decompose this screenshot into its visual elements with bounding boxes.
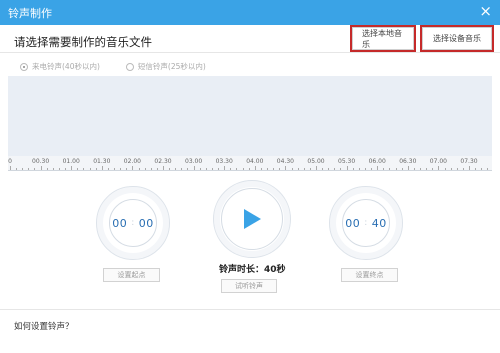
end-time-display: 00 : 40 — [342, 199, 390, 247]
timeline-tick-label: 04.00 — [246, 158, 264, 165]
select-file-prompt: 请选择需要制作的音乐文件 — [14, 35, 152, 49]
play-button[interactable] — [213, 180, 291, 258]
timeline-tick-label: 00.30 — [32, 158, 50, 165]
help-link[interactable]: 如何设置铃声？ — [14, 320, 74, 332]
ringtone-duration: 铃声时长：40秒 — [219, 265, 286, 275]
start-seconds: 00 — [138, 216, 154, 230]
radio-selected-icon — [20, 62, 28, 71]
timeline-tick-label: 02.00 — [123, 158, 141, 165]
set-end-button[interactable]: 设置终点 — [341, 268, 398, 282]
ringtone-type-call-label: 来电铃声(40秒以内) — [32, 62, 100, 71]
header-divider — [0, 52, 500, 53]
timeline-tick-label: 05.30 — [338, 158, 356, 165]
waveform-area[interactable] — [8, 76, 492, 156]
end-seconds: 40 — [371, 216, 387, 230]
timeline-tick-label: 01.00 — [62, 158, 80, 165]
select-local-music-button[interactable]: 选择本地音乐 — [352, 27, 414, 50]
timeline-tick-label: 07.30 — [460, 158, 478, 165]
timeline-tick-label: 02.30 — [154, 158, 172, 165]
timeline-tick-label: 01.30 — [93, 158, 111, 165]
select-device-music-button[interactable]: 选择设备音乐 — [422, 27, 492, 50]
play-button-inner — [221, 188, 283, 250]
play-icon — [244, 209, 261, 229]
timeline-tick-label: 06.30 — [399, 158, 417, 165]
timeline-tick-label: 06.00 — [368, 158, 386, 165]
timeline-tick-label: 03.00 — [185, 158, 203, 165]
window-title: 铃声制作 — [8, 7, 52, 20]
title-bar: 铃声制作 × — [0, 0, 500, 25]
close-icon[interactable]: × — [479, 3, 492, 19]
timeline-tick-label: 05.00 — [307, 158, 325, 165]
time-separator: : — [131, 218, 135, 228]
preview-ringtone-button[interactable]: 试听铃声 — [221, 279, 277, 293]
set-start-button[interactable]: 设置起点 — [103, 268, 160, 282]
ringtone-type-sms[interactable]: 短信铃声(25秒以内) — [125, 61, 206, 72]
ringtone-type-sms-label: 短信铃声(25秒以内) — [137, 62, 206, 71]
start-time-display: 00 : 00 — [109, 199, 157, 247]
start-time-dial[interactable]: 00 : 00 — [96, 186, 170, 260]
timeline-tick-label: 03.30 — [215, 158, 233, 165]
end-minutes: 00 — [345, 216, 361, 230]
timeline-divider — [8, 170, 492, 171]
timeline-tick-label: 07.00 — [429, 158, 447, 165]
timeline-ruler: 0 00.30 01.00 01.30 02.00 02.30 03.00 03.30 04.0… — [8, 156, 492, 170]
timeline-tick-label: 0 — [8, 158, 12, 165]
timeline-tick-label: 04.30 — [276, 158, 294, 165]
ringtone-type-selector: 来电铃声(40秒以内) 短信铃声(25秒以内) — [20, 61, 206, 72]
end-time-dial[interactable]: 00 : 40 — [329, 186, 403, 260]
radio-unselected-icon — [125, 62, 134, 71]
ringtone-type-call[interactable]: 来电铃声(40秒以内) — [20, 61, 100, 72]
time-separator: : — [364, 218, 368, 228]
footer-divider — [0, 309, 500, 310]
start-minutes: 00 — [112, 216, 128, 230]
